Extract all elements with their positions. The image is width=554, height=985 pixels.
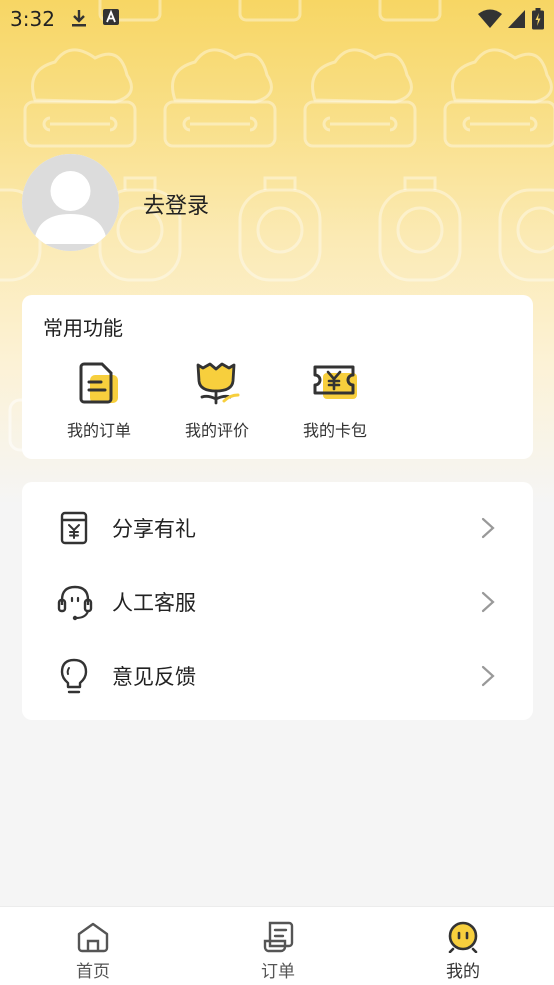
section-title: 常用功能: [43, 316, 123, 340]
tab-orders[interactable]: 订单: [223, 921, 333, 982]
order-list-icon: [263, 921, 294, 953]
tab-home-label: 首页: [76, 962, 110, 982]
menu-item-customer-service[interactable]: 人工客服: [22, 565, 533, 639]
order-document-icon: [79, 362, 118, 404]
my-wallet-button[interactable]: 我的卡包: [285, 361, 385, 441]
coupon-ticket-icon: [313, 365, 357, 399]
status-time: 3:32: [10, 7, 55, 31]
default-user-icon: [22, 154, 119, 251]
tab-orders-label: 订单: [261, 962, 295, 982]
tab-mine[interactable]: 我的: [408, 921, 518, 982]
chevron-right-icon: [481, 591, 495, 613]
menu-item-label: 分享有礼: [112, 517, 196, 541]
menu-item-feedback[interactable]: 意见反馈: [22, 639, 533, 713]
login-link[interactable]: 去登录: [143, 188, 209, 220]
common-functions-card: 常用功能 我的订单 我的评价 我的卡包: [22, 295, 533, 459]
menu-item-label: 人工客服: [112, 591, 196, 615]
my-reviews-label: 我的评价: [184, 421, 249, 440]
home-icon: [77, 922, 109, 953]
mine-face-icon: [448, 921, 478, 953]
avatar[interactable]: [22, 154, 119, 251]
headset-icon: [57, 585, 93, 621]
my-orders-button[interactable]: 我的订单: [49, 361, 149, 441]
flower-review-icon: [196, 362, 240, 405]
chevron-right-icon: [481, 517, 495, 539]
my-reviews-button[interactable]: 我的评价: [167, 361, 267, 441]
battery-icon: [532, 8, 544, 30]
bottom-tab-bar: 首页 订单 我的: [0, 906, 554, 985]
menu-item-share-gift[interactable]: 分享有礼: [22, 491, 533, 565]
lightbulb-icon: [60, 658, 88, 694]
tab-mine-label: 我的: [446, 962, 480, 982]
text-a-icon: [103, 9, 119, 25]
tab-home[interactable]: 首页: [38, 921, 148, 982]
my-orders-label: 我的订单: [66, 421, 131, 440]
signal-icon: [508, 10, 525, 28]
my-wallet-label: 我的卡包: [302, 421, 367, 440]
chevron-right-icon: [481, 665, 495, 687]
menu-item-label: 意见反馈: [112, 665, 196, 689]
menu-list-card: 分享有礼 人工客服 意见反馈: [22, 482, 533, 720]
status-bar: 3:32: [0, 0, 554, 38]
download-icon: [72, 10, 86, 27]
gift-share-icon: [60, 511, 88, 545]
wifi-icon: [478, 9, 502, 28]
